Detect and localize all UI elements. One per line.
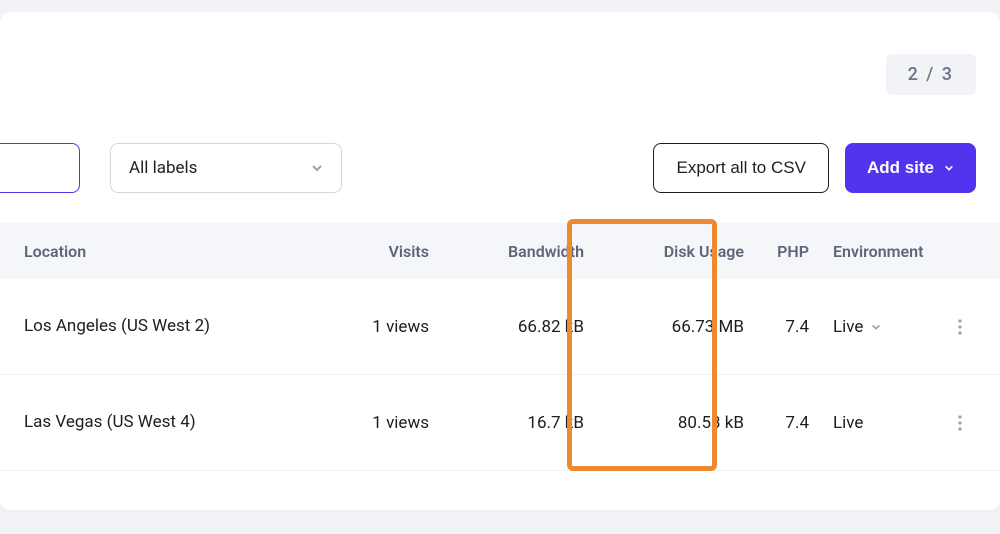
chevron-down-icon (944, 163, 954, 173)
cell-visits: 1 views (284, 413, 429, 433)
add-site-label: Add site (867, 158, 934, 178)
col-disk-usage: Disk Usage (584, 242, 744, 261)
cell-visits: 1 views (284, 317, 429, 337)
env-label: Live (833, 317, 863, 337)
sites-table: Location Visits Bandwidth Disk Usage PHP… (0, 223, 1000, 471)
col-bandwidth: Bandwidth (429, 242, 584, 261)
add-site-button[interactable]: Add site (845, 143, 976, 193)
table-row: Los Angeles (US West 2) 1 views 66.82 kB… (0, 279, 1000, 375)
more-actions-button[interactable] (944, 407, 976, 439)
export-csv-button[interactable]: Export all to CSV (653, 143, 828, 193)
env-label: Live (833, 413, 863, 433)
cell-disk-usage: 80.53 kB (584, 413, 744, 433)
cell-bandwidth: 16.7 kB (429, 413, 584, 433)
cell-php: 7.4 (744, 317, 809, 337)
chevron-down-icon (871, 322, 881, 332)
cell-location: Las Vegas (US West 4) (24, 411, 284, 435)
toolbar: All labels Export all to CSV Add site (0, 143, 1000, 193)
labels-dropdown[interactable]: All labels (110, 143, 342, 193)
more-vertical-icon (958, 319, 962, 335)
cell-location: Los Angeles (US West 2) (24, 315, 284, 339)
col-environment: Environment (809, 242, 944, 261)
labels-dropdown-label: All labels (129, 158, 197, 178)
cell-bandwidth: 66.82 kB (429, 317, 584, 337)
pagination-badge: 2 / 3 (886, 54, 976, 95)
col-php: PHP (744, 242, 809, 261)
table-row: Las Vegas (US West 4) 1 views 16.7 kB 80… (0, 375, 1000, 471)
more-vertical-icon (958, 415, 962, 431)
search-input[interactable] (0, 143, 80, 193)
cell-actions (944, 311, 994, 343)
cell-disk-usage: 66.73 MB (584, 317, 744, 337)
more-actions-button[interactable] (944, 311, 976, 343)
chevron-down-icon (311, 162, 323, 174)
col-visits: Visits (284, 242, 429, 261)
cell-php: 7.4 (744, 413, 809, 433)
cell-environment[interactable]: Live (809, 317, 944, 337)
col-location: Location (24, 242, 284, 261)
table-header: Location Visits Bandwidth Disk Usage PHP… (0, 223, 1000, 279)
cell-actions (944, 407, 994, 439)
cell-environment: Live (809, 413, 944, 433)
main-panel: 2 / 3 All labels Export all to CSV Add s… (0, 12, 1000, 510)
top-row: 2 / 3 (0, 54, 1000, 95)
